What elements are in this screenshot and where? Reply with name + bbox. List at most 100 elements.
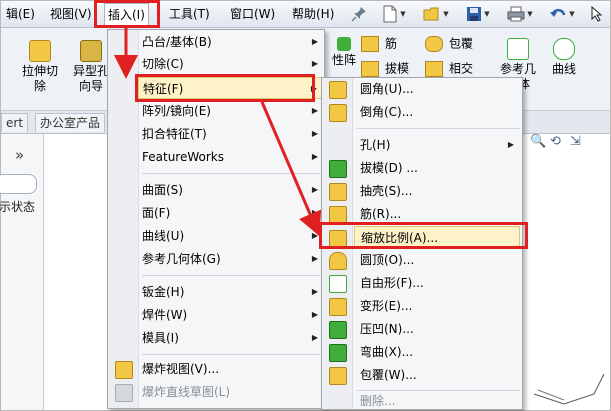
menu-item-features-label: 特征(F) (143, 82, 184, 96)
menu-item-indent[interactable]: 压凹(N)... (360, 318, 518, 340)
menu-item-face-label: 面(F) (142, 206, 171, 220)
menu-item-cut[interactable]: 切除(C) ▶ (142, 53, 322, 75)
menu-item-chamfer[interactable]: 倒角(C)... (360, 101, 518, 123)
intersect-label: 相交 (449, 61, 474, 76)
graphics-area[interactable]: 🔍 ⟲ ⇲ (524, 134, 610, 410)
menu-item-face[interactable]: 面(F) ▶ (142, 202, 322, 224)
menu-item-freeform[interactable]: 自由形(F)... (360, 272, 518, 294)
menu-item-fillet-label: 圆角(U)... (360, 82, 414, 96)
intersect-button[interactable]: 相交 (425, 61, 485, 77)
menu-help[interactable]: 帮助(H) (289, 5, 337, 23)
filter-input[interactable] (0, 174, 37, 194)
rib-icon (329, 206, 347, 224)
menu-insert[interactable]: 插入(I) (104, 3, 149, 27)
menu-item-indent-label: 压凹(N)... (360, 322, 414, 336)
extrude-cut-button[interactable]: 拉伸切 除 (17, 40, 63, 94)
zoom-icon[interactable]: 🔍 (530, 134, 546, 149)
menu-item-flex[interactable]: 弯曲(X)... (360, 341, 518, 363)
menu-view[interactable]: 视图(V) (47, 5, 95, 23)
menu-item-shell[interactable]: 抽壳(S)... (360, 180, 518, 202)
open-folder-icon[interactable]: ▼ (419, 4, 453, 24)
undo-icon[interactable]: ▼ (545, 4, 579, 24)
menu-bar: 辑(E) 视图(V) 插入(I) 工具(T) 窗口(W) 帮助(H) ▼ ▼ ▼… (1, 1, 610, 28)
menu-item-dome[interactable]: 圆顶(O)... (360, 249, 518, 271)
menu-item-pattern-mirror[interactable]: 阵列/镜向(E) ▶ (142, 100, 322, 122)
menu-item-sheet-metal[interactable]: 钣金(H) ▶ (142, 281, 322, 303)
menu-edit[interactable]: 辑(E) (3, 5, 38, 23)
features-submenu: 圆角(U)... 倒角(C)... 孔(H) ▶ 拔模(D) ... 抽壳(S).… (321, 77, 523, 410)
menu-item-deform-label: 变形(E)... (360, 299, 413, 313)
draft-button[interactable]: 拔模 (361, 61, 411, 77)
linear-pattern-icon (337, 37, 351, 51)
linear-pattern-label: 性阵 (331, 53, 356, 67)
menu-item-explode-line-sketch[interactable]: 爆炸直线草图(L) (142, 381, 322, 403)
submenu-arrow-icon: ▶ (311, 59, 318, 68)
menu-window[interactable]: 窗口(W) (227, 5, 278, 23)
submenu-arrow-icon: ▶ (507, 140, 514, 149)
shell-icon (329, 183, 347, 201)
menu-item-featureworks[interactable]: FeatureWorks ▶ (142, 146, 322, 168)
exploded-view-icon (115, 361, 133, 379)
expand-panel-icon[interactable]: » (15, 146, 24, 164)
menu-item-weldments[interactable]: 焊件(W) ▶ (142, 304, 322, 326)
save-icon[interactable]: ▼ (461, 4, 495, 24)
flex-icon (329, 344, 347, 362)
menu-item-freeform-label: 自由形(F)... (360, 276, 424, 290)
wrap-button[interactable]: 包覆 (425, 36, 485, 52)
print-icon[interactable]: ▼ (503, 4, 537, 24)
menu-item-sheet-metal-label: 钣金(H) (142, 285, 185, 299)
menu-item-exploded-view[interactable]: 爆炸视图(V)... (142, 358, 322, 380)
menu-item-surface[interactable]: 曲面(S) ▶ (142, 179, 322, 201)
tab-office-products[interactable]: 办公室产品 (35, 113, 106, 132)
display-state-label: 示状态 (0, 200, 36, 214)
menu-separator (142, 354, 320, 355)
menu-separator (356, 390, 520, 391)
wrap-label: 包覆 (449, 36, 474, 51)
menu-item-boss-base[interactable]: 凸台/基体(B) ▶ (142, 31, 322, 53)
menu-item-fastening-features[interactable]: 扣合特征(T) ▶ (142, 123, 322, 145)
tab-insert[interactable]: ert (1, 113, 29, 132)
menu-item-delete[interactable]: 删除... (360, 394, 518, 408)
select-cursor-icon[interactable] (587, 4, 607, 24)
menu-item-molds-label: 模具(I) (142, 331, 179, 345)
menu-item-hole[interactable]: 孔(H) ▶ (360, 134, 518, 156)
menu-item-delete-label: 删除... (360, 394, 396, 408)
submenu-arrow-icon: ▶ (311, 106, 318, 115)
rotate-view-icon[interactable]: ⟲ (550, 134, 564, 149)
menu-item-scale[interactable]: 缩放比例(A)... (354, 226, 520, 248)
menu-separator (356, 128, 520, 129)
submenu-arrow-icon: ▶ (311, 231, 318, 240)
view-orientation-icon[interactable]: ⇲ (570, 134, 584, 149)
menu-item-flex-label: 弯曲(X)... (360, 345, 414, 359)
menu-item-features[interactable]: 特征(F) ▶ (138, 77, 322, 99)
menu-item-rib-label: 筋(R)... (360, 207, 402, 221)
linear-pattern-button[interactable]: 性阵 (329, 37, 359, 68)
menu-item-deform[interactable]: 变形(E)... (360, 295, 518, 317)
menu-item-draft[interactable]: 拔模(D) ... (360, 157, 518, 179)
menu-icon-gutter (108, 30, 139, 408)
menu-item-curve[interactable]: 曲线(U) ▶ (142, 225, 322, 247)
menu-item-rib[interactable]: 筋(R)... (360, 203, 518, 225)
indent-icon (329, 321, 347, 339)
rib-button[interactable]: 筋 (361, 36, 411, 52)
curves-button[interactable]: 曲线 (547, 38, 581, 77)
pin-icon[interactable] (349, 4, 369, 24)
freeform-icon (329, 275, 347, 293)
wrap-icon (329, 367, 347, 385)
dome-icon (329, 252, 347, 270)
submenu-arrow-icon: ▶ (311, 129, 318, 138)
new-document-icon[interactable]: ▼ (377, 4, 411, 24)
rib-icon (361, 36, 379, 52)
submenu-arrow-icon: ▶ (311, 310, 318, 319)
submenu-arrow-icon: ▶ (311, 254, 318, 263)
menu-tools[interactable]: 工具(T) (166, 5, 213, 23)
menu-item-fillet[interactable]: 圆角(U)... (360, 78, 518, 100)
menu-item-molds[interactable]: 模具(I) ▶ (142, 327, 322, 349)
menu-item-shell-label: 抽壳(S)... (360, 184, 413, 198)
menu-item-wrap[interactable]: 包覆(W)... (360, 364, 518, 386)
menu-item-reference-geometry[interactable]: 参考几何体(G) ▶ (142, 248, 322, 270)
menu-item-wrap-label: 包覆(W)... (360, 368, 417, 382)
menu-item-explode-line-sketch-label: 爆炸直线草图(L) (142, 385, 231, 399)
scale-icon (329, 230, 347, 248)
submenu-arrow-icon: ▶ (311, 208, 318, 217)
